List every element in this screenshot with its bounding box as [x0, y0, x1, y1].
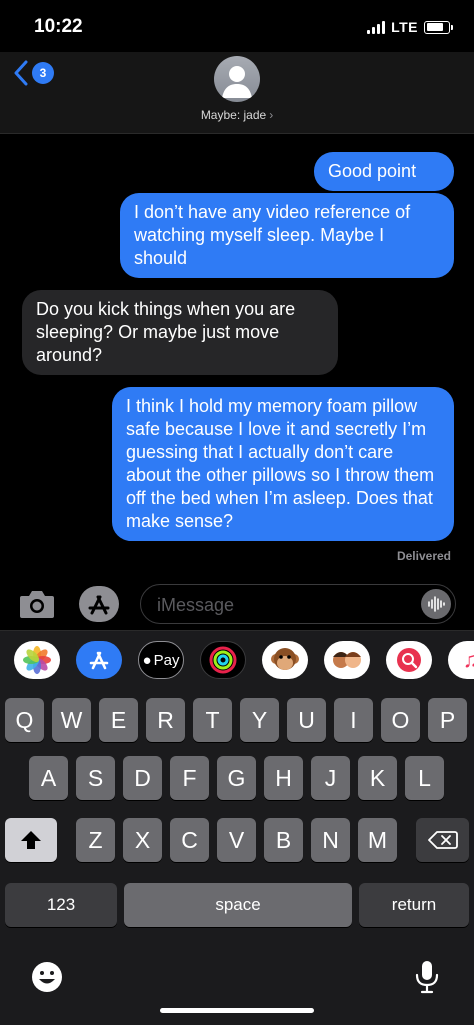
- contact-avatar[interactable]: [214, 56, 260, 102]
- music-note-icon: ♫: [463, 647, 474, 673]
- key-s[interactable]: S: [76, 756, 115, 800]
- network-label: LTE: [391, 19, 418, 35]
- return-key[interactable]: return: [359, 883, 469, 927]
- battery-icon: [424, 20, 453, 34]
- key-x[interactable]: X: [123, 818, 162, 862]
- animoji-monkey-button[interactable]: [262, 641, 308, 679]
- key-j[interactable]: J: [311, 756, 350, 800]
- key-f[interactable]: F: [170, 756, 209, 800]
- search-globe-icon: [397, 648, 421, 672]
- delete-key[interactable]: [416, 818, 469, 862]
- microphone-icon[interactable]: [414, 960, 440, 994]
- shift-arrow-icon: [21, 831, 41, 849]
- contact-name[interactable]: Maybe: jade ›: [0, 108, 474, 122]
- message-thread: Good point I don’t have any video refere…: [0, 140, 474, 580]
- photos-icon: [23, 646, 51, 674]
- app-store-icon: [89, 651, 109, 670]
- message-bubble-outgoing[interactable]: I don’t have any video reference of watc…: [120, 193, 454, 278]
- key-p[interactable]: P: [428, 698, 467, 742]
- home-indicator[interactable]: [160, 1008, 314, 1013]
- audio-message-button[interactable]: [421, 589, 451, 619]
- key-q[interactable]: Q: [5, 698, 44, 742]
- signal-icon: [367, 20, 386, 34]
- key-e[interactable]: E: [99, 698, 138, 742]
- memoji-button[interactable]: [324, 641, 370, 679]
- apple-logo-icon: ●: [142, 651, 152, 669]
- key-i[interactable]: I: [334, 698, 373, 742]
- compose-bar: iMessage: [0, 580, 474, 628]
- message-bubble-incoming[interactable]: Do you kick things when you are sleeping…: [22, 290, 338, 375]
- key-g[interactable]: G: [217, 756, 256, 800]
- chevron-right-icon: ›: [269, 108, 274, 122]
- message-bubble-outgoing[interactable]: Good point: [314, 152, 454, 191]
- key-h[interactable]: H: [264, 756, 303, 800]
- keyboard: Q W E R T Y U I O P A S D F G H J K L Z …: [0, 690, 474, 1025]
- numbers-key[interactable]: 123: [5, 883, 117, 927]
- music-app-button[interactable]: ♫: [448, 641, 474, 679]
- photos-app-button[interactable]: [14, 641, 60, 679]
- key-z[interactable]: Z: [76, 818, 115, 862]
- monkey-icon: [271, 648, 299, 670]
- key-r[interactable]: R: [146, 698, 185, 742]
- person-icon: [222, 66, 252, 98]
- status-indicators: LTE: [367, 19, 453, 35]
- key-n[interactable]: N: [311, 818, 350, 862]
- key-y[interactable]: Y: [240, 698, 279, 742]
- key-l[interactable]: L: [405, 756, 444, 800]
- key-t[interactable]: T: [193, 698, 232, 742]
- space-key[interactable]: space: [124, 883, 352, 927]
- key-m[interactable]: M: [358, 818, 397, 862]
- status-bar: 10:22 LTE: [0, 0, 474, 52]
- app-store-icon[interactable]: [78, 585, 120, 623]
- key-b[interactable]: B: [264, 818, 303, 862]
- chevron-left-icon: [14, 60, 28, 86]
- unread-count-badge: 3: [32, 62, 54, 84]
- contact-name-label: Maybe: jade: [200, 108, 267, 122]
- apple-pay-app-button[interactable]: ● Pay: [138, 641, 184, 679]
- key-w[interactable]: W: [52, 698, 91, 742]
- shift-key[interactable]: [5, 818, 57, 862]
- apple-pay-label: Pay: [153, 651, 180, 669]
- emoji-icon[interactable]: [30, 960, 64, 994]
- message-input-placeholder: iMessage: [157, 595, 235, 615]
- activity-app-button[interactable]: [200, 641, 246, 679]
- delivery-status: Delivered: [396, 549, 451, 563]
- conversation-header: 3 Maybe: jade ›: [0, 52, 474, 134]
- camera-icon[interactable]: [18, 588, 56, 620]
- key-a[interactable]: A: [29, 756, 68, 800]
- key-d[interactable]: D: [123, 756, 162, 800]
- message-bubble-outgoing[interactable]: I think I hold my memory foam pillow saf…: [112, 387, 454, 541]
- waveform-icon: [428, 596, 445, 612]
- activity-rings-icon: [209, 646, 237, 674]
- key-v[interactable]: V: [217, 818, 256, 862]
- key-k[interactable]: K: [358, 756, 397, 800]
- status-time: 10:22: [34, 16, 83, 37]
- key-u[interactable]: U: [287, 698, 326, 742]
- imessage-app-drawer: ● Pay ♫: [0, 630, 474, 690]
- memoji-icon: [333, 652, 361, 668]
- app-store-app-button[interactable]: [76, 641, 122, 679]
- web-images-app-button[interactable]: [386, 641, 432, 679]
- back-button[interactable]: 3: [12, 60, 54, 86]
- backspace-icon: [427, 831, 458, 849]
- message-input[interactable]: iMessage: [140, 584, 456, 624]
- key-c[interactable]: C: [170, 818, 209, 862]
- key-o[interactable]: O: [381, 698, 420, 742]
